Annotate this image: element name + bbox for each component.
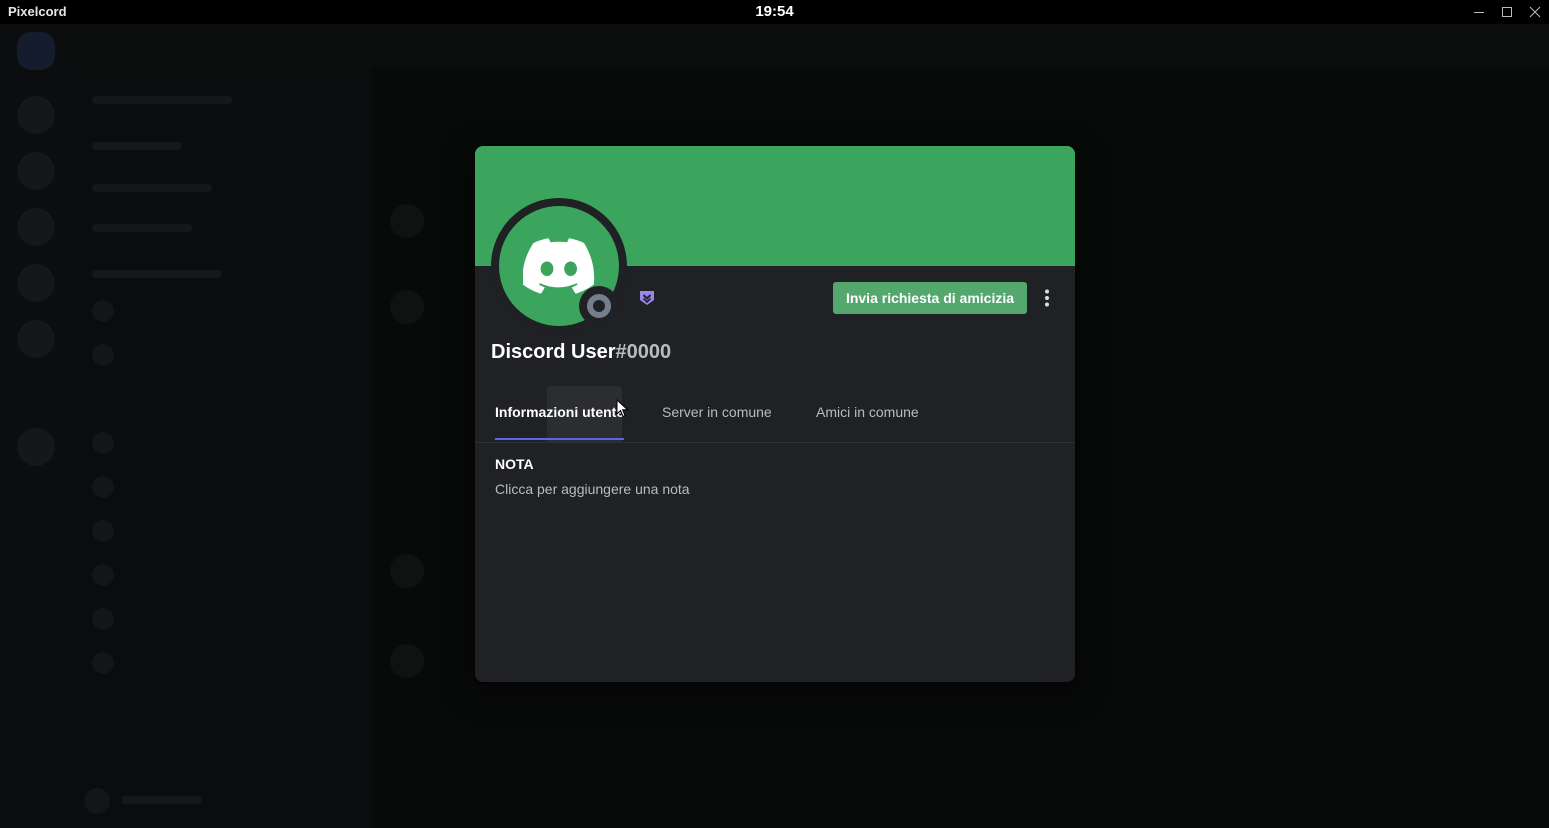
hypesquad-badge-icon[interactable] (638, 289, 656, 307)
close-icon (1529, 6, 1541, 18)
line-dimmed (92, 184, 212, 192)
note-input[interactable]: Clicca per aggiungere una nota (495, 481, 690, 497)
tab-user-info[interactable]: Informazioni utente (495, 404, 625, 440)
dot-dimmed (92, 344, 114, 366)
send-friend-request-button[interactable]: Invia richiesta di amicizia (833, 282, 1027, 314)
tab-label: Amici in comune (816, 404, 919, 420)
line-dimmed (92, 224, 192, 232)
guild-dimmed (17, 208, 55, 246)
user-profile-modal: Invia richiesta di amicizia Discord User… (475, 146, 1075, 682)
guild-dimmed (17, 96, 55, 134)
guild-dimmed (17, 320, 55, 358)
line-dimmed (92, 270, 222, 278)
channel-list-dimmed (72, 24, 372, 828)
status-indicator (579, 286, 619, 326)
discriminator-text: #0000 (615, 341, 672, 363)
note-section: NOTA Clicca per aggiungere una nota (495, 456, 690, 497)
offline-status-icon (587, 294, 611, 318)
tab-label: Server in comune (662, 404, 772, 420)
tab-mutual-friends[interactable]: Amici in comune (816, 404, 919, 440)
message-avatar-dimmed (390, 204, 424, 238)
maximize-button[interactable] (1493, 0, 1521, 24)
guild-dimmed (17, 152, 55, 190)
avatar-frame (491, 198, 627, 334)
home-guild-dimmed (17, 32, 55, 70)
dot-dimmed (92, 564, 114, 586)
app-title: Pixelcord (8, 4, 67, 19)
tab-label: Informazioni utente (495, 404, 625, 420)
window-titlebar: Pixelcord 19:54 (0, 0, 1549, 24)
kebab-menu-icon (1045, 289, 1049, 307)
profile-tabs: Informazioni utente Server in comune Ami… (475, 386, 1075, 443)
dot-dimmed (92, 520, 114, 542)
message-avatar-dimmed (390, 290, 424, 324)
active-tab-indicator (495, 438, 625, 440)
discord-logo-icon (523, 238, 595, 294)
more-options-button[interactable] (1037, 284, 1057, 312)
clock: 19:54 (755, 3, 794, 20)
username-text: Discord User (491, 341, 616, 363)
note-heading: NOTA (495, 456, 534, 472)
maximize-icon (1502, 7, 1512, 17)
dot-dimmed (92, 432, 114, 454)
line-dimmed (92, 142, 182, 150)
dot-dimmed (92, 652, 114, 674)
message-avatar-dimmed (390, 644, 424, 678)
minimize-button[interactable] (1465, 0, 1493, 24)
server-list-dimmed (0, 24, 72, 828)
dot-dimmed (84, 788, 110, 814)
dot-dimmed (92, 476, 114, 498)
message-avatar-dimmed (390, 554, 424, 588)
close-window-button[interactable] (1521, 0, 1549, 24)
line-dimmed (92, 96, 232, 104)
tab-mutual-servers[interactable]: Server in comune (662, 404, 772, 440)
line-dimmed (122, 796, 202, 804)
profile-username: Discord User#0000 (491, 341, 671, 364)
dot-dimmed (92, 608, 114, 630)
guild-dimmed (17, 428, 55, 466)
minimize-icon (1474, 12, 1484, 13)
topbar-dimmed (72, 24, 1549, 68)
mouse-cursor-icon (616, 399, 629, 418)
guild-dimmed (17, 264, 55, 302)
dot-dimmed (92, 300, 114, 322)
